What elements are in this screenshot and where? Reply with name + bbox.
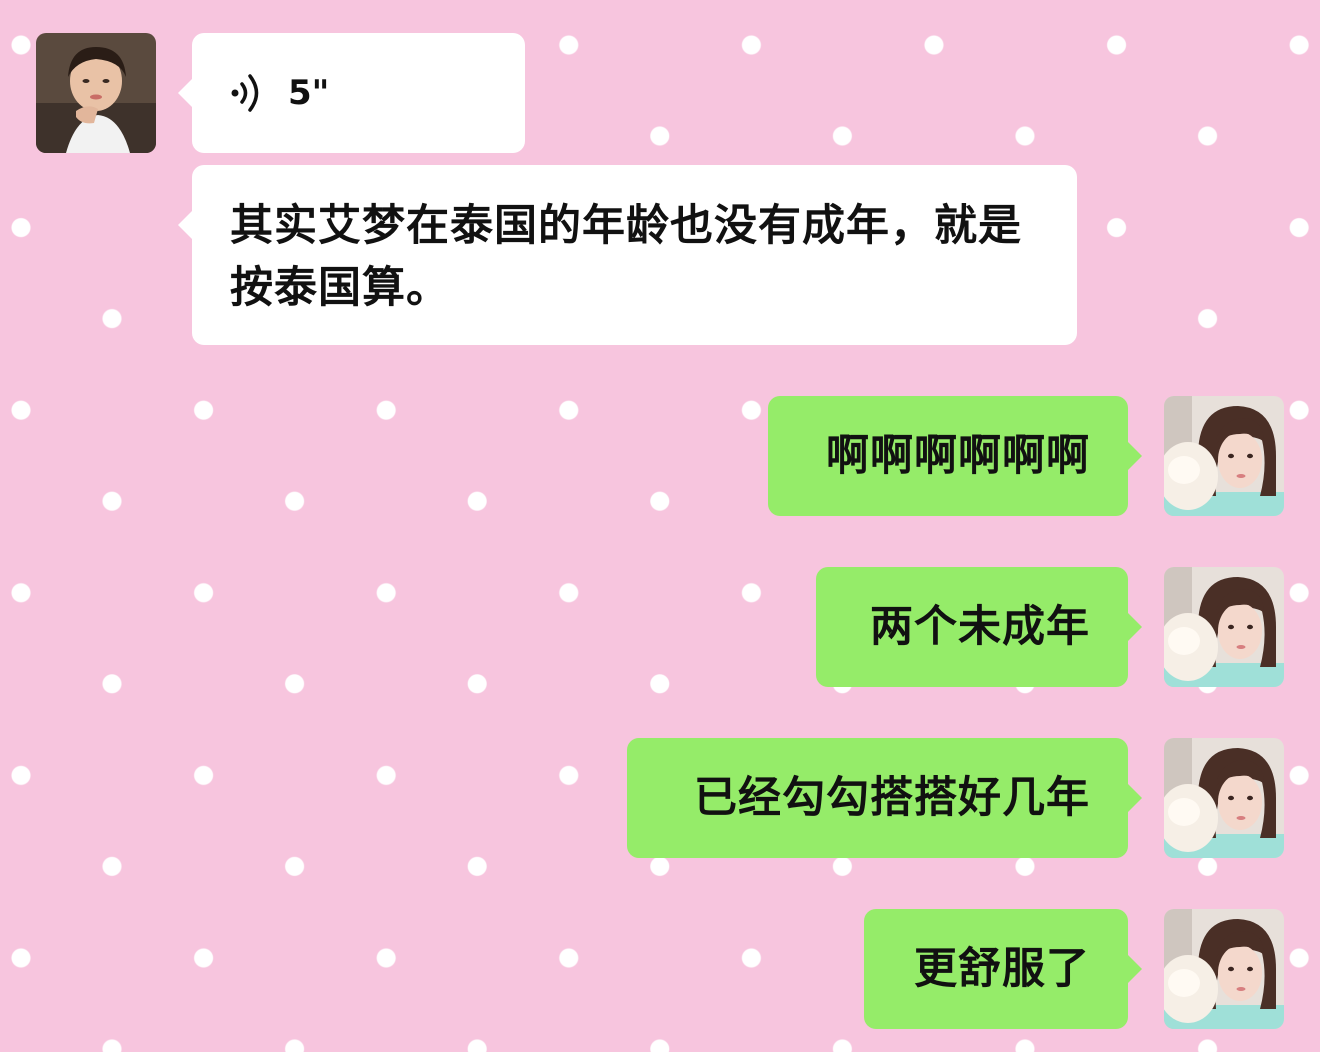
voice-message-bubble[interactable]: 5": [178, 33, 525, 153]
outgoing-text-bubble[interactable]: 两个未成年: [816, 567, 1142, 687]
self-avatar-image: [1164, 567, 1284, 687]
outgoing-text-bubble[interactable]: 更舒服了: [864, 909, 1142, 1029]
voice-wave-icon: [231, 74, 259, 112]
outgoing-text-bubble[interactable]: 已经勾勾搭搭好几年: [627, 738, 1142, 858]
outgoing-text-bubble[interactable]: 啊啊啊啊啊啊: [768, 396, 1142, 516]
self-avatar[interactable]: [1164, 909, 1284, 1029]
self-avatar[interactable]: [1164, 567, 1284, 687]
self-avatar-image: [1164, 738, 1284, 858]
contact-avatar-image: [36, 33, 156, 153]
self-avatar-image: [1164, 909, 1284, 1029]
voice-duration: 5": [288, 73, 330, 113]
self-avatar[interactable]: [1164, 396, 1284, 516]
message-text: 已经勾勾搭搭好几年: [694, 773, 1090, 823]
message-text: 两个未成年: [870, 602, 1090, 652]
message-text: 其实艾梦在泰国的年龄也没有成年，就是按泰国算。: [230, 201, 1022, 313]
self-avatar-image: [1164, 396, 1284, 516]
message-text: 更舒服了: [914, 944, 1090, 994]
message-text: 啊啊啊啊啊啊: [826, 431, 1090, 481]
self-avatar[interactable]: [1164, 738, 1284, 858]
contact-avatar[interactable]: [36, 33, 156, 153]
incoming-text-bubble[interactable]: 其实艾梦在泰国的年龄也没有成年，就是按泰国算。: [178, 165, 1077, 345]
